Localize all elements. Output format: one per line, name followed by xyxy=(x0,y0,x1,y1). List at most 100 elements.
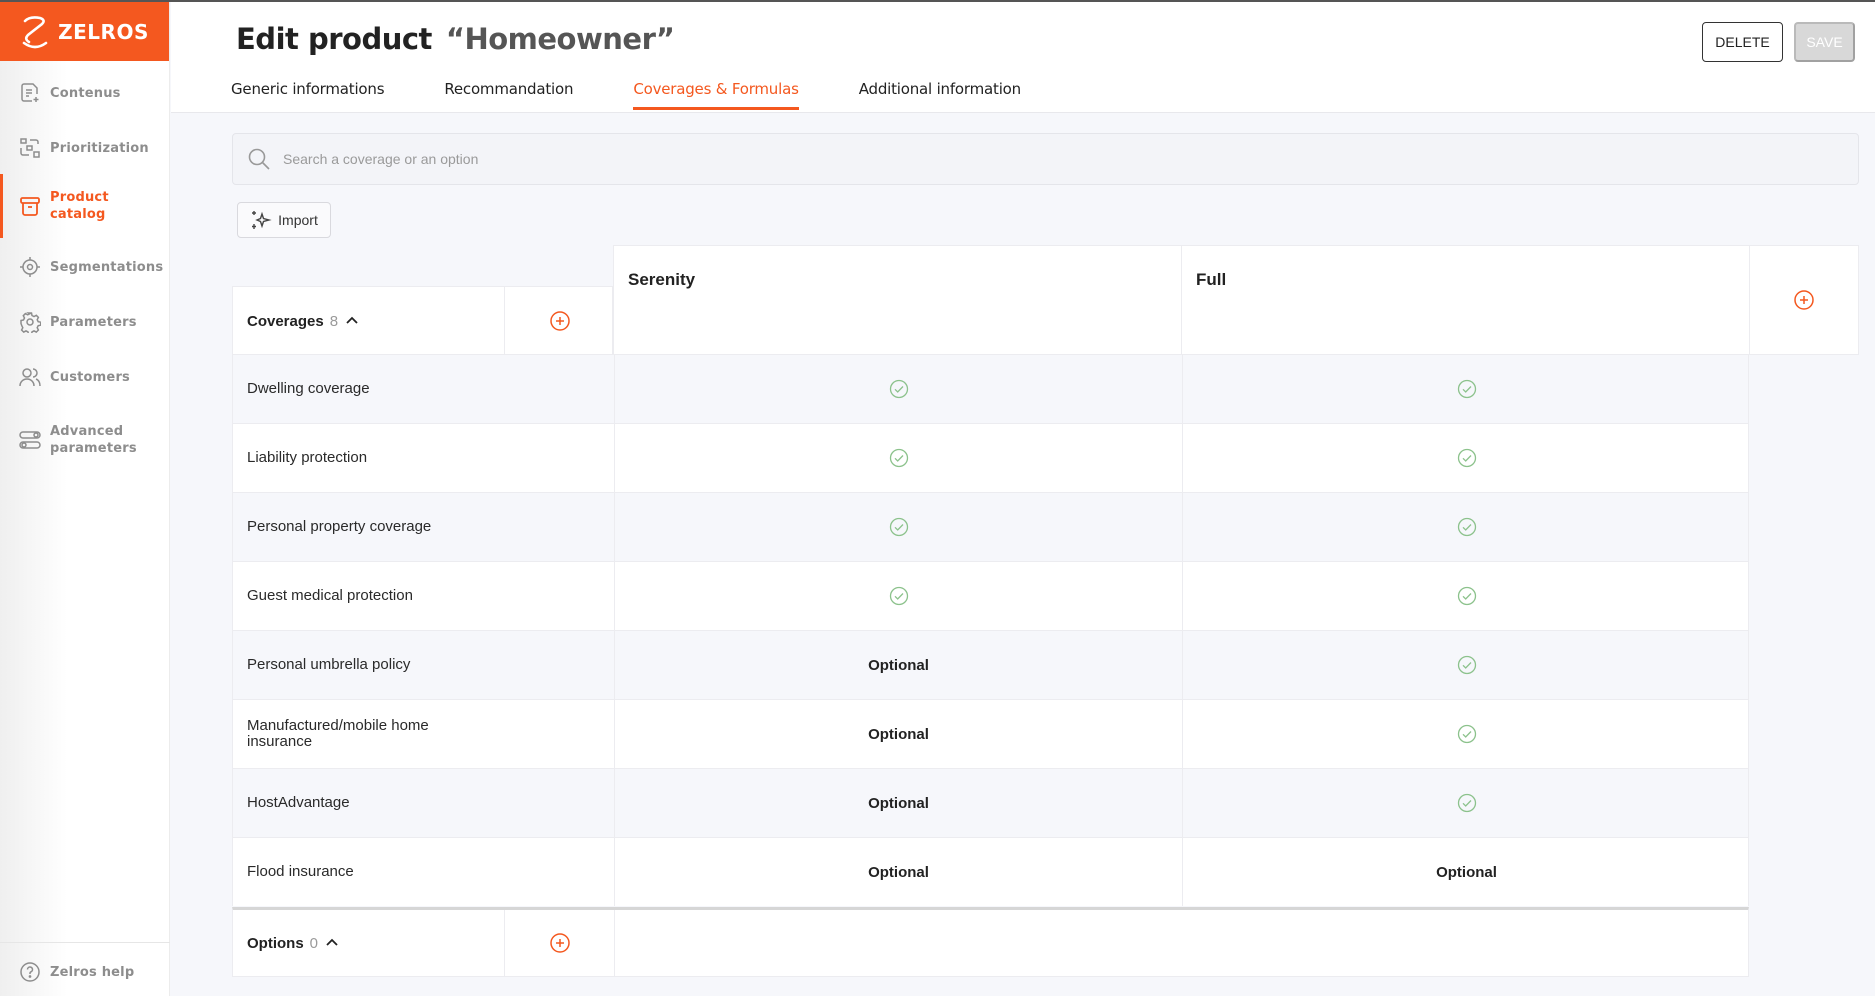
import-button[interactable]: Import xyxy=(237,202,331,238)
plus-circle-icon xyxy=(549,933,570,953)
prioritization-icon xyxy=(20,138,40,158)
chevron-up-icon xyxy=(326,938,338,946)
coverage-included-cell[interactable] xyxy=(1182,562,1750,630)
coverage-name: Personal umbrella policy xyxy=(247,656,411,673)
coverage-included-cell[interactable] xyxy=(1182,493,1750,561)
coverage-optional-cell[interactable]: Optional xyxy=(614,631,1182,699)
group-count: 8 xyxy=(329,312,339,330)
coverages-group-header: Coverages 8 xyxy=(232,286,613,355)
coverage-included-cell[interactable] xyxy=(614,355,1182,423)
coverages-toggle[interactable]: Coverages 8 xyxy=(247,287,360,355)
coverage-row[interactable]: HostAdvantage Optional xyxy=(232,768,1749,837)
coverage-row[interactable]: Personal umbrella policy Optional xyxy=(232,630,1749,699)
check-circle-icon xyxy=(889,517,908,537)
product-name: “Homeowner” xyxy=(445,22,675,56)
coverage-row[interactable]: Guest medical protection xyxy=(232,561,1749,630)
title-prefix: Edit product xyxy=(236,22,432,56)
group-title: Options xyxy=(247,934,304,952)
coverage-row[interactable]: Dwelling coverage xyxy=(232,354,1749,423)
coverage-optional-cell[interactable]: Optional xyxy=(614,769,1182,837)
zelros-logo-icon xyxy=(22,15,48,48)
check-circle-icon xyxy=(1457,586,1476,606)
coverage-included-cell[interactable] xyxy=(614,424,1182,492)
sidebar-item-product-catalog[interactable]: Product catalog xyxy=(0,174,170,238)
archive-box-icon xyxy=(20,197,40,216)
tab-additional-information[interactable]: Additional information xyxy=(859,80,1021,110)
search-bar xyxy=(232,133,1859,185)
users-icon xyxy=(19,368,41,387)
group-count: 0 xyxy=(309,934,319,952)
sidebar-item-label: Advanced parameters xyxy=(50,424,137,456)
coverage-included-cell[interactable] xyxy=(1182,355,1750,423)
coverage-optional-cell[interactable]: Optional xyxy=(614,700,1182,768)
coverage-included-cell[interactable] xyxy=(1182,631,1750,699)
check-circle-icon xyxy=(889,586,908,606)
coverage-row[interactable]: Liability protection xyxy=(232,423,1749,492)
coverage-row[interactable]: Personal property coverage xyxy=(232,492,1749,561)
tab-bar: Generic informations Recommandation Cove… xyxy=(231,80,1081,110)
sidebar-item-customers[interactable]: Customers xyxy=(0,362,170,392)
coverage-optional-cell[interactable]: Optional xyxy=(614,838,1182,906)
sidebar-item-label: Product catalog xyxy=(50,190,109,222)
coverage-row[interactable]: Manufactured/mobile home insurance Option… xyxy=(232,699,1749,768)
page-header: Edit product “Homeowner” Generic informat… xyxy=(171,2,1875,113)
import-label: Import xyxy=(278,212,318,228)
search-input[interactable] xyxy=(283,151,1783,167)
check-circle-icon xyxy=(1457,379,1476,399)
coverage-name: Manufactured/mobile home insurance xyxy=(247,717,429,750)
coverage-included-cell[interactable] xyxy=(614,562,1182,630)
coverage-included-cell[interactable] xyxy=(1182,700,1750,768)
brand-logo[interactable]: ZELROS xyxy=(0,2,169,61)
plan-column-header[interactable]: Serenity xyxy=(613,245,1182,355)
coverage-name: Liability protection xyxy=(247,449,368,466)
coverage-name: Flood insurance xyxy=(247,863,354,880)
check-circle-icon xyxy=(889,448,908,468)
plan-name: Serenity xyxy=(628,270,696,289)
sidebar-item-advanced-parameters[interactable]: Advanced parameters xyxy=(0,420,170,460)
check-circle-icon xyxy=(1457,448,1476,468)
add-plan-button[interactable] xyxy=(1749,245,1859,355)
sidebar-item-label: Parameters xyxy=(50,314,137,330)
tab-generic-informations[interactable]: Generic informations xyxy=(231,80,385,110)
coverage-optional-cell[interactable]: Optional xyxy=(1182,838,1750,906)
sidebar-item-parameters[interactable]: Parameters xyxy=(0,307,170,337)
sidebar-item-prioritization[interactable]: Prioritization xyxy=(0,133,170,163)
sidebar: ZELROS Contenus Prioritization Product c… xyxy=(0,2,170,996)
question-circle-icon xyxy=(20,962,40,982)
chevron-up-icon xyxy=(346,316,358,324)
save-button[interactable]: SAVE xyxy=(1794,22,1855,62)
coverage-included-cell[interactable] xyxy=(614,493,1182,561)
check-circle-icon xyxy=(889,379,908,399)
sparkles-icon xyxy=(252,211,272,229)
options-empty-area xyxy=(614,910,1748,976)
check-circle-icon xyxy=(1457,655,1476,675)
coverage-included-cell[interactable] xyxy=(1182,769,1750,837)
toggles-icon xyxy=(19,431,41,449)
page-title: Edit product “Homeowner” xyxy=(236,22,675,56)
add-option-button[interactable] xyxy=(504,910,614,976)
sidebar-item-label: Customers xyxy=(50,369,130,385)
sidebar-item-label: Prioritization xyxy=(50,140,149,156)
sidebar-item-contenus[interactable]: Contenus xyxy=(0,78,170,108)
help-label: Zelros help xyxy=(50,964,135,980)
plan-name: Full xyxy=(1196,270,1227,289)
tab-coverages-formulas[interactable]: Coverages & Formulas xyxy=(633,80,799,110)
plan-column-header[interactable]: Full xyxy=(1181,245,1750,355)
sidebar-item-label: Contenus xyxy=(50,85,121,101)
options-group-header: Options 0 xyxy=(232,907,1749,977)
help-link[interactable]: Zelros help xyxy=(0,957,170,987)
add-coverage-button[interactable] xyxy=(504,287,614,355)
tab-recommandation[interactable]: Recommandation xyxy=(444,80,573,110)
search-icon xyxy=(248,148,270,170)
options-toggle[interactable]: Options 0 xyxy=(247,910,340,976)
check-circle-icon xyxy=(1457,517,1476,537)
group-title: Coverages xyxy=(247,312,324,330)
sidebar-item-segmentations[interactable]: Segmentations xyxy=(0,252,170,282)
sidebar-item-label: Segmentations xyxy=(50,259,164,275)
delete-button[interactable]: DELETE xyxy=(1702,22,1783,62)
coverage-name: Dwelling coverage xyxy=(247,380,370,397)
coverage-included-cell[interactable] xyxy=(1182,424,1750,492)
plus-circle-icon xyxy=(1794,290,1814,310)
coverage-row[interactable]: Flood insurance Optional Optional xyxy=(232,837,1749,906)
plus-circle-icon xyxy=(549,311,570,331)
